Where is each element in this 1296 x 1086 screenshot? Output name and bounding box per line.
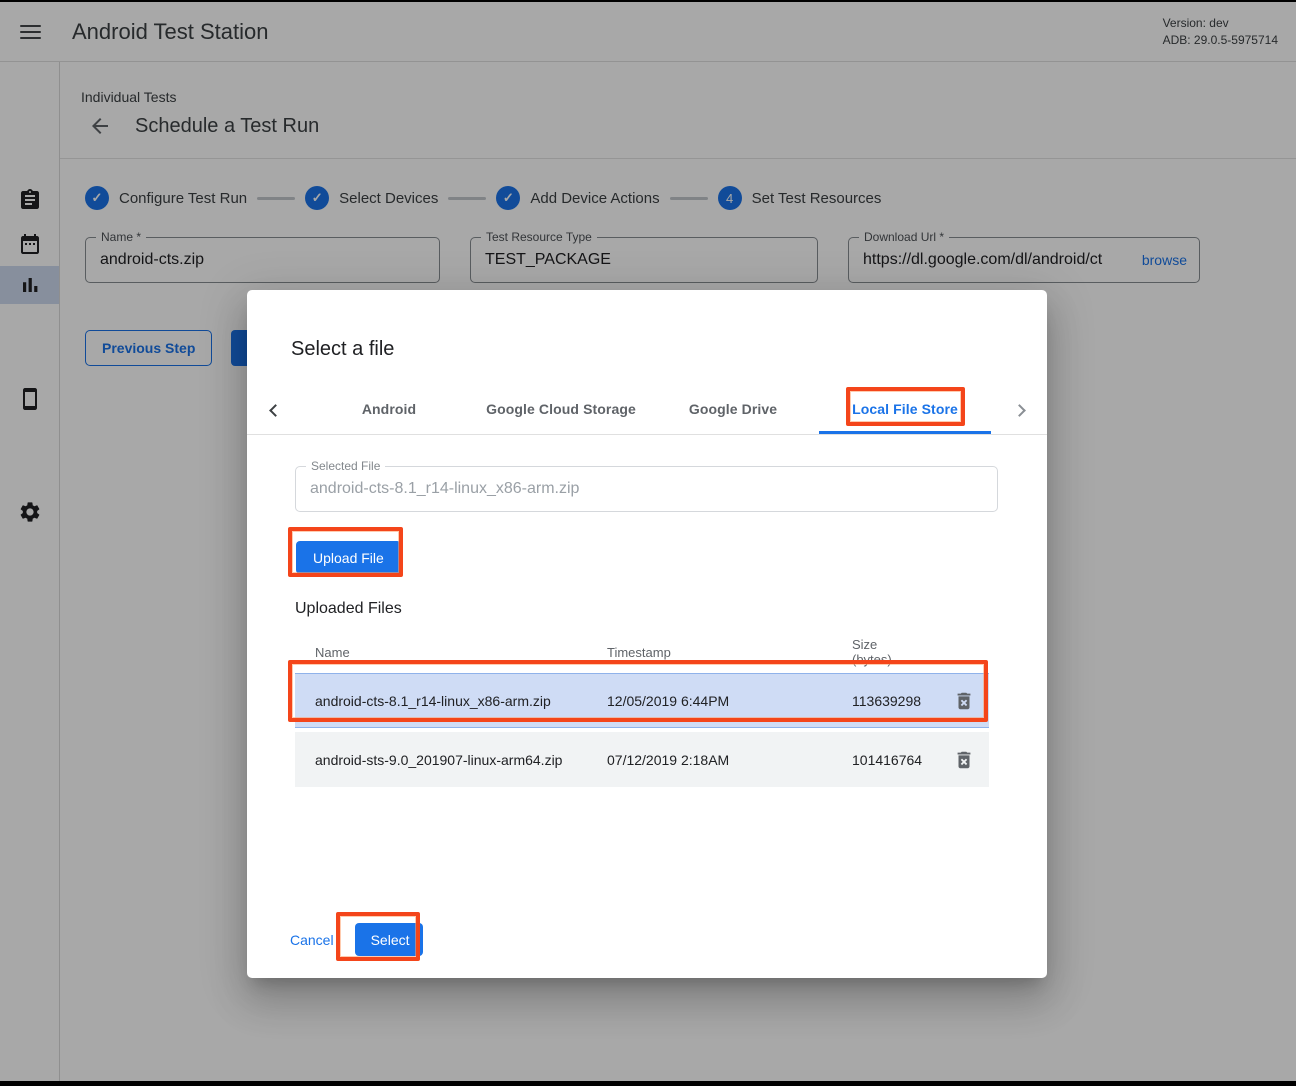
chevron-right-icon	[1013, 404, 1026, 417]
select-button[interactable]: Select	[355, 923, 423, 956]
tab-bar: Android Google Cloud Storage Google Driv…	[247, 387, 1047, 435]
table-row[interactable]: android-sts-9.0_201907-linux-arm64.zip 0…	[295, 732, 989, 787]
file-timestamp: 07/12/2019 2:18AM	[607, 752, 852, 768]
cancel-button[interactable]: Cancel	[290, 932, 334, 948]
file-name: android-sts-9.0_201907-linux-arm64.zip	[295, 752, 607, 768]
select-file-dialog: Select a file Android Google Cloud Stora…	[247, 290, 1047, 978]
delete-file-button[interactable]	[949, 686, 979, 716]
selected-file-value: android-cts-8.1_r14-linux_x86-arm.zip	[296, 467, 997, 511]
selected-file-label: Selected File	[306, 459, 385, 473]
tab-google-cloud-storage[interactable]: Google Cloud Storage	[475, 387, 647, 434]
upload-file-button[interactable]: Upload File	[296, 541, 401, 574]
file-name: android-cts-8.1_r14-linux_x86-arm.zip	[295, 693, 607, 709]
table-header-row: Name Timestamp Size (bytes)	[295, 631, 989, 673]
trash-delete-icon	[953, 690, 975, 712]
selected-file-field[interactable]: Selected File android-cts-8.1_r14-linux_…	[295, 466, 998, 512]
trash-delete-icon	[953, 749, 975, 771]
tabs-scroll-right-button[interactable]	[991, 387, 1047, 434]
tab-android[interactable]: Android	[303, 387, 475, 434]
table-row[interactable]: android-cts-8.1_r14-linux_x86-arm.zip 12…	[295, 673, 989, 728]
dialog-title: Select a file	[291, 338, 1047, 361]
file-size: 113639298	[852, 693, 938, 709]
dialog-footer: Cancel Select	[290, 923, 423, 956]
tab-google-drive[interactable]: Google Drive	[647, 387, 819, 434]
file-size: 101416764	[852, 752, 938, 768]
uploaded-files-table: Name Timestamp Size (bytes) android-cts-…	[295, 631, 989, 787]
uploaded-files-heading: Uploaded Files	[295, 600, 1047, 618]
column-header-size: Size (bytes)	[852, 637, 938, 667]
tabs-scroll-left-button[interactable]	[247, 387, 303, 434]
chevron-left-icon	[269, 404, 282, 417]
app-screen: Android Test Station Version: dev ADB: 2…	[0, 2, 1296, 1081]
column-header-name: Name	[295, 645, 607, 660]
tab-local-file-store[interactable]: Local File Store	[819, 387, 991, 434]
delete-file-button[interactable]	[949, 745, 979, 775]
file-timestamp: 12/05/2019 6:44PM	[607, 693, 852, 709]
column-header-timestamp: Timestamp	[607, 645, 852, 660]
